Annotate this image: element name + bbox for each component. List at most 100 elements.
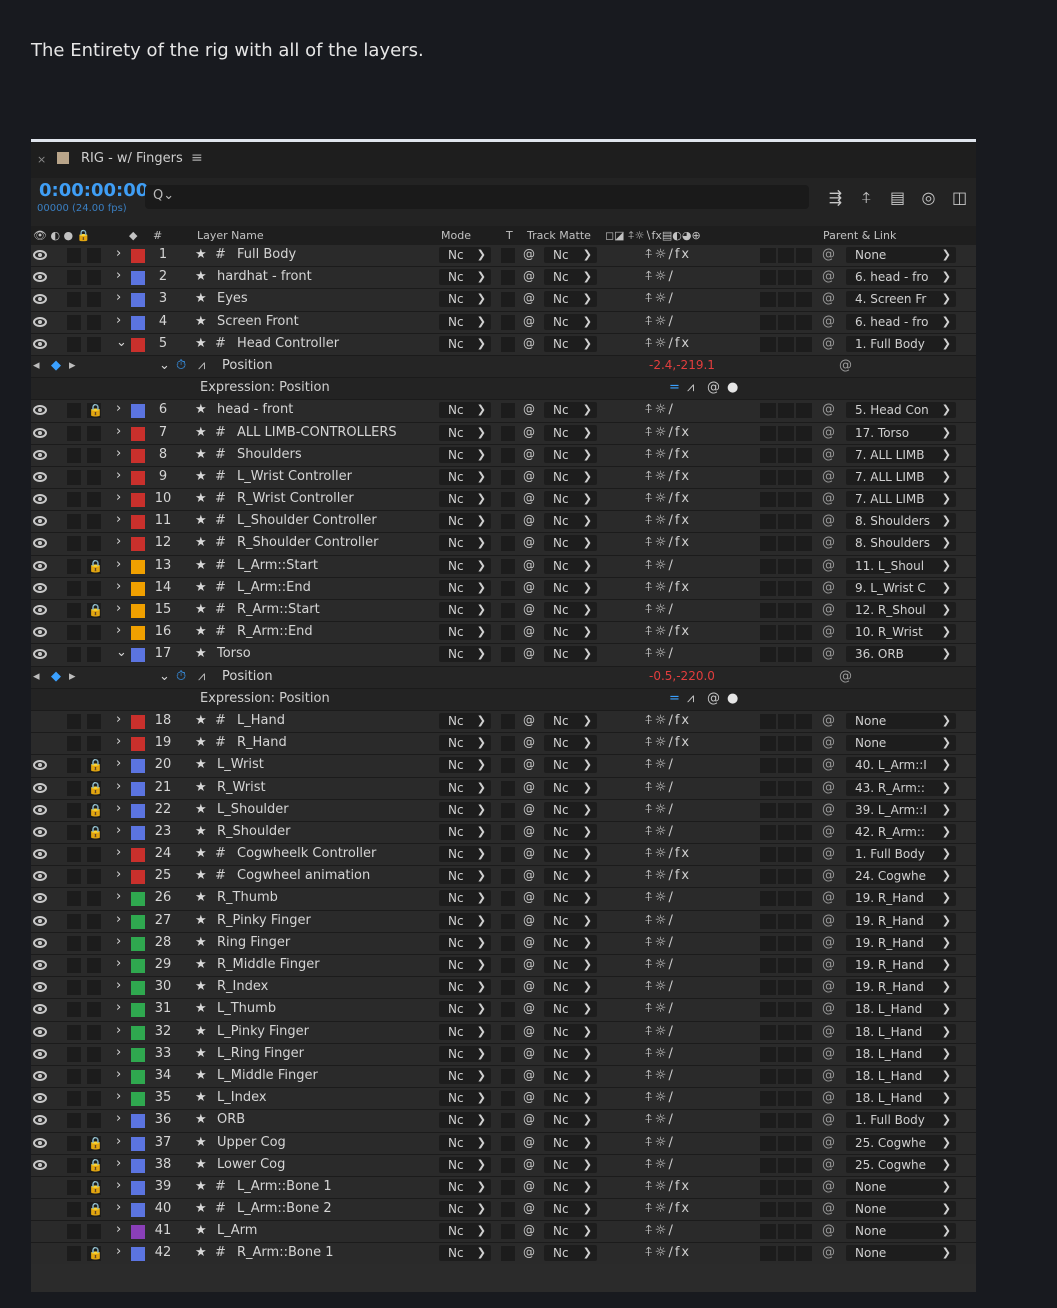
lock-icon[interactable]: 🔒 [88, 1136, 103, 1150]
track-matte-pickwhip-icon[interactable]: @ [523, 957, 535, 971]
track-matte-dropdown[interactable]: Nc ❯ [544, 1201, 597, 1218]
lock-icon[interactable]: 🔒 [88, 603, 103, 617]
solo-toggle[interactable] [67, 1046, 81, 1062]
layer-name[interactable]: R_Arm::Bone 1 [237, 1245, 333, 1260]
preserve-transparency-toggle[interactable] [501, 625, 515, 641]
track-matte-dropdown[interactable]: Nc ❯ [544, 269, 597, 286]
chevron-right-icon[interactable]: › [116, 490, 121, 505]
parent-pickwhip-icon[interactable]: @ [822, 425, 835, 440]
preserve-transparency-toggle[interactable] [501, 736, 515, 752]
label-color-swatch[interactable] [131, 581, 145, 596]
lock-icon[interactable]: 🔒 [88, 559, 103, 573]
solo-toggle[interactable] [67, 869, 81, 885]
track-matte-dropdown[interactable]: Nc ❯ [544, 735, 597, 752]
parent-dropdown[interactable]: 1. Full Body ❯ [846, 1112, 956, 1129]
track-matte-pickwhip-icon[interactable]: @ [523, 979, 535, 993]
parent-pickwhip-icon[interactable]: @ [822, 713, 835, 728]
switch-slot[interactable] [760, 1246, 776, 1262]
eye-icon[interactable] [33, 1004, 47, 1015]
eye-icon[interactable] [33, 937, 47, 948]
layer-row[interactable]: 🔒 › 15 ★ # R_Arm::Start Nc ❯ @ Nc ❯ ⍏☼∕ @12. R_Shoul… [31, 600, 976, 623]
label-color-swatch[interactable] [131, 1247, 145, 1262]
layer-name[interactable]: L_Hand [237, 713, 285, 728]
label-color-swatch[interactable] [131, 1180, 145, 1195]
parent-dropdown[interactable]: 11. L_Shoul ❯ [846, 557, 956, 574]
chevron-right-icon[interactable]: › [116, 557, 121, 572]
switch-slot[interactable] [760, 1002, 776, 1018]
motion-blur-icon[interactable]: ◎ [918, 188, 939, 212]
track-matte-pickwhip-icon[interactable]: @ [523, 602, 535, 616]
switch-slot[interactable] [796, 780, 812, 796]
layer-name[interactable]: L_Shoulder [217, 802, 289, 817]
track-matte-pickwhip-icon[interactable]: @ [523, 269, 535, 283]
layer-row[interactable]: › 3 ★ Eyes Nc ❯ @ Nc ❯ ⍏☼∕ @4. Screen Fr ❯ [31, 289, 976, 312]
chevron-right-icon[interactable]: › [116, 534, 121, 549]
close-tab-icon[interactable]: × [37, 153, 46, 166]
layer-name[interactable]: Shoulders [237, 447, 302, 462]
lock-toggle[interactable] [87, 1224, 101, 1240]
preserve-transparency-toggle[interactable] [501, 802, 515, 818]
lock-toggle[interactable] [87, 869, 101, 885]
lock-toggle[interactable] [87, 1091, 101, 1107]
switch-slot[interactable] [760, 1135, 776, 1151]
solo-toggle[interactable] [67, 248, 81, 263]
layer-switches[interactable]: ⍏☼∕ [645, 757, 675, 772]
switch-slot[interactable] [760, 625, 776, 641]
chevron-right-icon[interactable]: › [116, 978, 121, 993]
label-color-swatch[interactable] [131, 1047, 145, 1062]
layer-row[interactable]: 🔒 › 37 ★ Upper Cog Nc ❯ @ Nc ❯ ⍏☼∕ @25. Cogwhe ❯ [31, 1132, 976, 1155]
switch-slot[interactable] [778, 713, 794, 729]
track-matte-dropdown[interactable]: Nc ❯ [544, 402, 597, 419]
chevron-right-icon[interactable]: › [116, 1200, 121, 1215]
parent-dropdown[interactable]: None ❯ [846, 1245, 956, 1262]
preserve-transparency-toggle[interactable] [501, 980, 515, 996]
layer-switches[interactable]: ⍏☼∕fx [645, 513, 691, 528]
layer-row[interactable]: › 25 ★ # Cogwheel animation Nc ❯ @ Nc ❯ ⍏☼∕fx @24. … [31, 866, 976, 889]
solo-toggle[interactable] [67, 847, 81, 863]
blend-mode-dropdown[interactable]: Nc ❯ [439, 757, 491, 774]
parent-pickwhip-icon[interactable]: @ [822, 624, 835, 639]
preserve-transparency-toggle[interactable] [501, 336, 515, 352]
blend-mode-dropdown[interactable]: Nc ❯ [439, 269, 491, 286]
switch-slot[interactable] [796, 580, 812, 596]
preserve-transparency-toggle[interactable] [501, 425, 515, 441]
layer-switches[interactable]: ⍏☼∕fx [645, 1245, 691, 1260]
layer-name[interactable]: Lower Cog [217, 1157, 285, 1172]
solo-toggle[interactable] [67, 1179, 81, 1195]
layer-row[interactable]: 🔒 › 38 ★ Lower Cog Nc ❯ @ Nc ❯ ⍏☼∕ @25. Cogwhe ❯ [31, 1154, 976, 1177]
label-color-swatch[interactable] [131, 537, 145, 552]
parent-pickwhip-icon[interactable]: @ [822, 491, 835, 506]
solo-toggle[interactable] [67, 824, 81, 840]
blend-mode-dropdown[interactable]: Nc ❯ [439, 468, 491, 485]
preserve-transparency-toggle[interactable] [501, 869, 515, 885]
switch-slot[interactable] [778, 580, 794, 596]
switch-slot[interactable] [760, 403, 776, 419]
layer-switches[interactable]: ⍏☼∕ [645, 558, 675, 573]
layer-row[interactable]: › 34 ★ L_Middle Finger Nc ❯ @ Nc ❯ ⍏☼∕ @18. L_Hand… [31, 1065, 976, 1089]
track-matte-pickwhip-icon[interactable]: @ [523, 735, 535, 749]
layer-switches[interactable]: ⍏☼∕fx [645, 624, 691, 639]
parent-dropdown[interactable]: 7. ALL LIMB ❯ [846, 491, 956, 508]
switch-slot[interactable] [760, 580, 776, 596]
layer-row[interactable]: 🔒 › 20 ★ L_Wrist Nc ❯ @ Nc ❯ ⍏☼∕ @40. L_Arm::I ❯ [31, 755, 976, 778]
track-matte-dropdown[interactable]: Nc ❯ [544, 1090, 597, 1107]
track-matte-pickwhip-icon[interactable]: @ [523, 1135, 535, 1149]
track-matte-pickwhip-icon[interactable]: @ [523, 646, 535, 660]
track-matte-pickwhip-icon[interactable]: @ [523, 1090, 535, 1104]
switch-slot[interactable] [778, 913, 794, 929]
layer-name[interactable]: R_Shoulder Controller [237, 535, 379, 550]
track-matte-dropdown[interactable]: Nc ❯ [544, 313, 597, 330]
switch-slot[interactable] [796, 913, 812, 929]
solo-toggle[interactable] [67, 314, 81, 330]
eye-icon[interactable] [33, 582, 47, 593]
current-time-display[interactable]: 0:00:00:00 [39, 180, 148, 201]
parent-pickwhip-icon[interactable]: @ [822, 558, 835, 573]
lock-toggle[interactable] [87, 469, 101, 485]
layer-name[interactable]: Screen Front [217, 314, 299, 329]
blend-mode-dropdown[interactable]: Nc ❯ [439, 424, 491, 441]
layer-switches[interactable]: ⍏☼∕ [645, 1024, 675, 1039]
switch-slot[interactable] [760, 958, 776, 973]
lock-icon[interactable]: 🔒 [88, 781, 103, 795]
parent-pickwhip-icon[interactable]: @ [822, 1135, 835, 1150]
chevron-right-icon[interactable]: › [116, 1089, 121, 1104]
